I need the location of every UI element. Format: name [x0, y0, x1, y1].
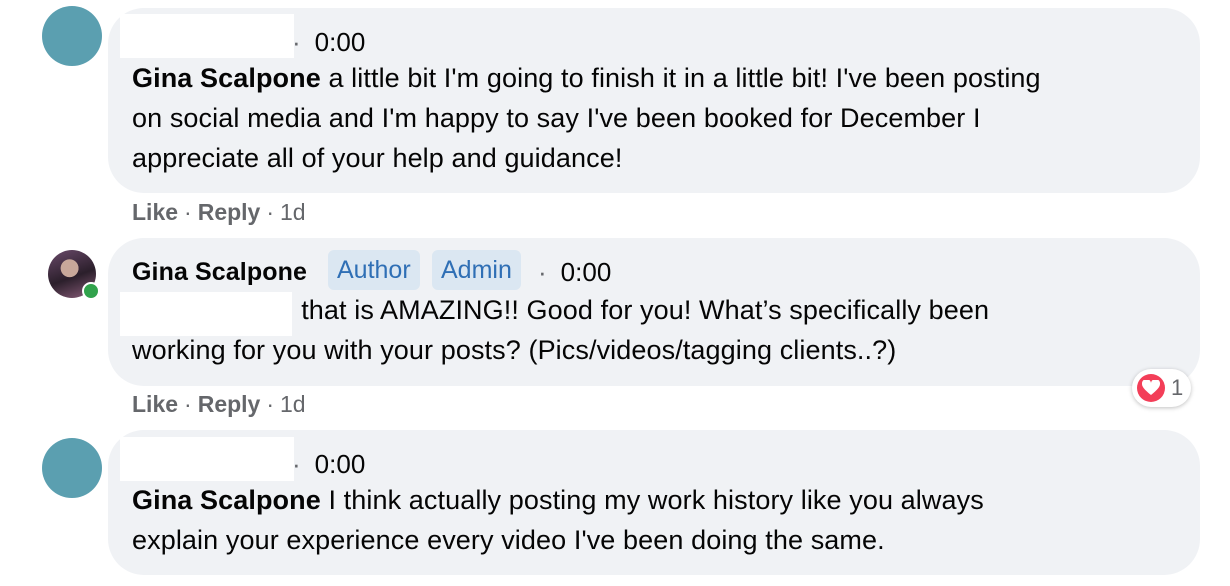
separator-dot: · — [292, 27, 301, 57]
reply-button[interactable]: Reply — [198, 199, 261, 225]
comment-age[interactable]: 1d — [280, 199, 306, 225]
heart-icon — [1137, 374, 1165, 402]
separator-dot: · — [538, 257, 547, 287]
mentioned-name[interactable]: Gina Scalpone — [132, 485, 321, 515]
reply-button[interactable]: Reply — [198, 391, 261, 417]
comment-text-line: Gina Scalpone I think actually posting m… — [132, 480, 984, 520]
comment-text-line: explain your experience every video I've… — [132, 525, 885, 555]
author-badge: Author — [328, 250, 420, 290]
reaction-count: 1 — [1171, 375, 1184, 400]
avatar[interactable] — [42, 6, 102, 66]
separator-dot: · — [292, 449, 301, 479]
comment-text-line: Gina Scalpone a little bit I'm going to … — [132, 58, 1041, 98]
mentioned-name[interactable]: Gina Scalpone — [132, 63, 321, 93]
separator-dot: · — [266, 391, 275, 417]
comment-actions: Like · Reply · 1d — [132, 391, 306, 418]
avatar[interactable] — [42, 438, 102, 498]
admin-badge: Admin — [432, 250, 521, 290]
comment-text-line: ı that is AMAZING!! Good for you! What’s… — [286, 295, 990, 325]
reaction-summary[interactable]: 1 — [1132, 369, 1192, 407]
comment-timestamp[interactable]: · 0:00 — [292, 27, 365, 58]
avatar[interactable] — [48, 250, 100, 300]
comment-text-line: working for you with your posts? (Pics/v… — [132, 335, 897, 365]
comment-age[interactable]: 1d — [280, 391, 306, 417]
separator-dot: · — [184, 199, 192, 225]
comment-text-line: on social media and I'm happy to say I'v… — [132, 103, 981, 133]
separator-dot: · — [266, 199, 275, 225]
like-button[interactable]: Like — [132, 391, 178, 417]
like-button[interactable]: Like — [132, 199, 178, 225]
timestamp-text: 0:00 — [560, 257, 612, 287]
timestamp-text: 0:00 — [314, 449, 366, 479]
redacted-name — [120, 437, 294, 481]
comment-text: a little bit I'm going to finish it in a… — [320, 63, 1041, 93]
timestamp-text: 0:00 — [314, 27, 366, 57]
comment-author[interactable]: Gina Scalpone — [132, 252, 307, 292]
comment-timestamp[interactable]: · 0:00 — [292, 449, 365, 480]
online-status-icon — [82, 282, 100, 300]
comment-text-line: appreciate all of your help and guidance… — [132, 143, 623, 173]
redacted-name — [120, 14, 294, 58]
comment-timestamp[interactable]: · 0:00 — [538, 257, 611, 288]
comment-actions: Like · Reply · 1d — [132, 199, 306, 226]
comment-text: I think actually posting my work history… — [320, 485, 984, 515]
separator-dot: · — [184, 391, 192, 417]
